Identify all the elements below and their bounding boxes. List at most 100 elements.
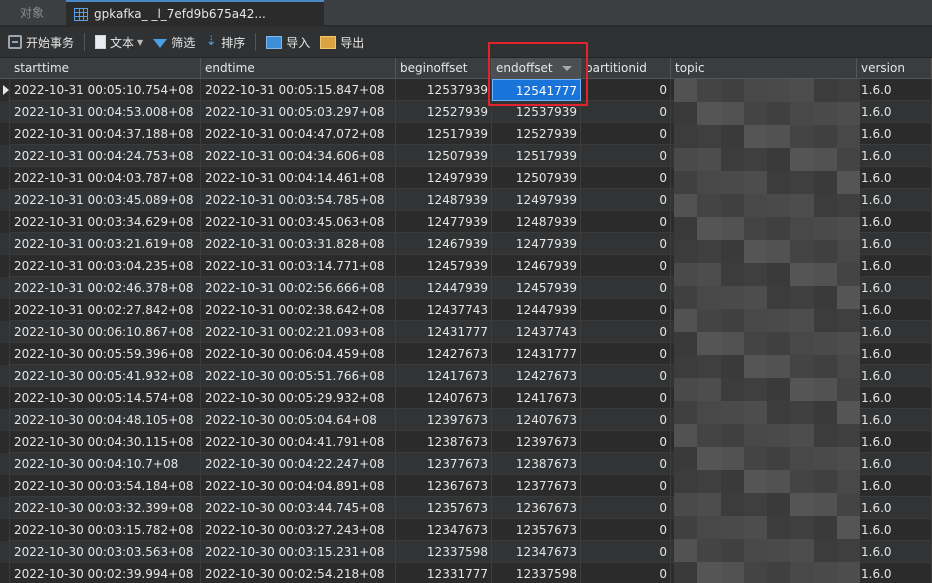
endoffset-cell[interactable]: 12407673 — [492, 409, 581, 431]
version-cell[interactable]: 1.6.0 — [857, 343, 932, 365]
endoffset-cell[interactable]: 12417673 — [492, 387, 581, 409]
version-cell[interactable]: 1.6.0 — [857, 409, 932, 431]
version-cell[interactable]: 1.6.0 — [857, 431, 932, 453]
row-indicator[interactable] — [0, 519, 10, 541]
partitionid-cell[interactable]: 0 — [581, 387, 671, 409]
endoffset-cell[interactable]: 12437743 — [492, 321, 581, 343]
version-cell[interactable]: 1.6.0 — [857, 519, 932, 541]
partitionid-cell[interactable]: 0 — [581, 321, 671, 343]
starttime-cell[interactable]: 2022-10-30 00:03:32.399+08 — [10, 497, 201, 519]
export-button[interactable]: 导出 — [316, 30, 368, 54]
partitionid-cell[interactable]: 0 — [581, 101, 671, 123]
beginoffset-cell[interactable]: 12357673 — [396, 497, 492, 519]
row-indicator[interactable] — [0, 343, 10, 365]
column-header-beginoffset[interactable]: beginoffset — [396, 58, 492, 79]
endtime-cell[interactable]: 2022-10-31 00:02:38.642+08 — [201, 299, 396, 321]
starttime-cell[interactable]: 2022-10-31 00:04:53.008+08 — [10, 101, 201, 123]
beginoffset-cell[interactable]: 12517939 — [396, 123, 492, 145]
partitionid-cell[interactable]: 0 — [581, 79, 671, 101]
endtime-cell[interactable]: 2022-10-31 00:03:14.771+08 — [201, 255, 396, 277]
endtime-cell[interactable]: 2022-10-31 00:04:14.461+08 — [201, 167, 396, 189]
starttime-cell[interactable]: 2022-10-31 00:03:04.235+08 — [10, 255, 201, 277]
endoffset-cell[interactable]: 12457939 — [492, 277, 581, 299]
starttime-cell[interactable]: 2022-10-30 00:05:41.932+08 — [10, 365, 201, 387]
partitionid-cell[interactable]: 0 — [581, 255, 671, 277]
beginoffset-cell[interactable]: 12467939 — [396, 233, 492, 255]
beginoffset-cell[interactable]: 12431777 — [396, 321, 492, 343]
version-cell[interactable]: 1.6.0 — [857, 299, 932, 321]
partitionid-cell[interactable]: 0 — [581, 475, 671, 497]
starttime-cell[interactable]: 2022-10-30 00:04:48.105+08 — [10, 409, 201, 431]
column-header-endoffset[interactable]: endoffset — [492, 58, 581, 79]
tab-objects[interactable]: 对象 — [0, 0, 64, 26]
endoffset-cell[interactable]: 12517939 — [492, 145, 581, 167]
column-header-endtime[interactable]: endtime — [201, 58, 396, 79]
endoffset-cell[interactable]: 12537939 — [492, 101, 581, 123]
starttime-cell[interactable]: 2022-10-30 00:02:39.994+08 — [10, 563, 201, 583]
starttime-cell[interactable]: 2022-10-31 00:02:27.842+08 — [10, 299, 201, 321]
endoffset-cell[interactable]: 12527939 — [492, 123, 581, 145]
starttime-cell[interactable]: 2022-10-31 00:03:34.629+08 — [10, 211, 201, 233]
starttime-cell[interactable]: 2022-10-30 00:04:10.7+08 — [10, 453, 201, 475]
endoffset-cell[interactable]: 12447939 — [492, 299, 581, 321]
column-header-partitionid[interactable]: partitionid — [581, 58, 671, 79]
endtime-cell[interactable]: 2022-10-30 00:03:27.243+08 — [201, 519, 396, 541]
partitionid-cell[interactable]: 0 — [581, 145, 671, 167]
partitionid-cell[interactable]: 0 — [581, 233, 671, 255]
version-cell[interactable]: 1.6.0 — [857, 321, 932, 343]
row-indicator[interactable] — [0, 431, 10, 453]
endoffset-cell[interactable]: 12507939 — [492, 167, 581, 189]
endoffset-cell[interactable]: 12477939 — [492, 233, 581, 255]
column-header-version[interactable]: version — [857, 58, 932, 79]
endtime-cell[interactable]: 2022-10-31 00:05:03.297+08 — [201, 101, 396, 123]
starttime-cell[interactable]: 2022-10-31 00:03:45.089+08 — [10, 189, 201, 211]
endtime-cell[interactable]: 2022-10-30 00:05:04.64+08 — [201, 409, 396, 431]
row-indicator[interactable] — [0, 277, 10, 299]
starttime-cell[interactable]: 2022-10-31 00:05:10.754+08 — [10, 79, 201, 101]
beginoffset-cell[interactable]: 12447939 — [396, 277, 492, 299]
beginoffset-cell[interactable]: 12397673 — [396, 409, 492, 431]
row-indicator[interactable] — [0, 563, 10, 583]
beginoffset-cell[interactable]: 12437743 — [396, 299, 492, 321]
beginoffset-cell[interactable]: 12487939 — [396, 189, 492, 211]
starttime-cell[interactable]: 2022-10-31 00:04:37.188+08 — [10, 123, 201, 145]
column-header-starttime[interactable]: starttime — [10, 58, 201, 79]
row-indicator[interactable] — [0, 145, 10, 167]
starttime-cell[interactable]: 2022-10-30 00:05:14.574+08 — [10, 387, 201, 409]
partitionid-cell[interactable]: 0 — [581, 365, 671, 387]
partitionid-cell[interactable]: 0 — [581, 211, 671, 233]
version-cell[interactable]: 1.6.0 — [857, 475, 932, 497]
endtime-cell[interactable]: 2022-10-31 00:05:15.847+08 — [201, 79, 396, 101]
row-indicator[interactable] — [0, 453, 10, 475]
import-button[interactable]: 导入 — [262, 30, 314, 54]
beginoffset-cell[interactable]: 12387673 — [396, 431, 492, 453]
endtime-cell[interactable]: 2022-10-31 00:02:56.666+08 — [201, 277, 396, 299]
endoffset-cell[interactable]: 12541777 — [492, 79, 581, 101]
row-indicator[interactable] — [0, 409, 10, 431]
endoffset-cell[interactable]: 12347673 — [492, 541, 581, 563]
text-view-button[interactable]: 文本 ▼ — [91, 30, 147, 54]
endtime-cell[interactable]: 2022-10-30 00:05:51.766+08 — [201, 365, 396, 387]
row-indicator[interactable] — [0, 365, 10, 387]
starttime-cell[interactable]: 2022-10-31 00:02:46.378+08 — [10, 277, 201, 299]
beginoffset-cell[interactable]: 12497939 — [396, 167, 492, 189]
partitionid-cell[interactable]: 0 — [581, 167, 671, 189]
starttime-cell[interactable]: 2022-10-31 00:04:24.753+08 — [10, 145, 201, 167]
endoffset-cell[interactable]: 12467939 — [492, 255, 581, 277]
beginoffset-cell[interactable]: 12427673 — [396, 343, 492, 365]
version-cell[interactable]: 1.6.0 — [857, 167, 932, 189]
partitionid-cell[interactable]: 0 — [581, 497, 671, 519]
starttime-cell[interactable]: 2022-10-31 00:04:03.787+08 — [10, 167, 201, 189]
version-cell[interactable]: 1.6.0 — [857, 79, 932, 101]
endoffset-cell[interactable]: 12387673 — [492, 453, 581, 475]
row-indicator[interactable] — [0, 101, 10, 123]
version-cell[interactable]: 1.6.0 — [857, 189, 932, 211]
partitionid-cell[interactable]: 0 — [581, 519, 671, 541]
beginoffset-cell[interactable]: 12507939 — [396, 145, 492, 167]
row-indicator[interactable] — [0, 387, 10, 409]
partitionid-cell[interactable]: 0 — [581, 541, 671, 563]
partitionid-cell[interactable]: 0 — [581, 343, 671, 365]
version-cell[interactable]: 1.6.0 — [857, 365, 932, 387]
beginoffset-cell[interactable]: 12337598 — [396, 541, 492, 563]
row-indicator[interactable] — [0, 497, 10, 519]
